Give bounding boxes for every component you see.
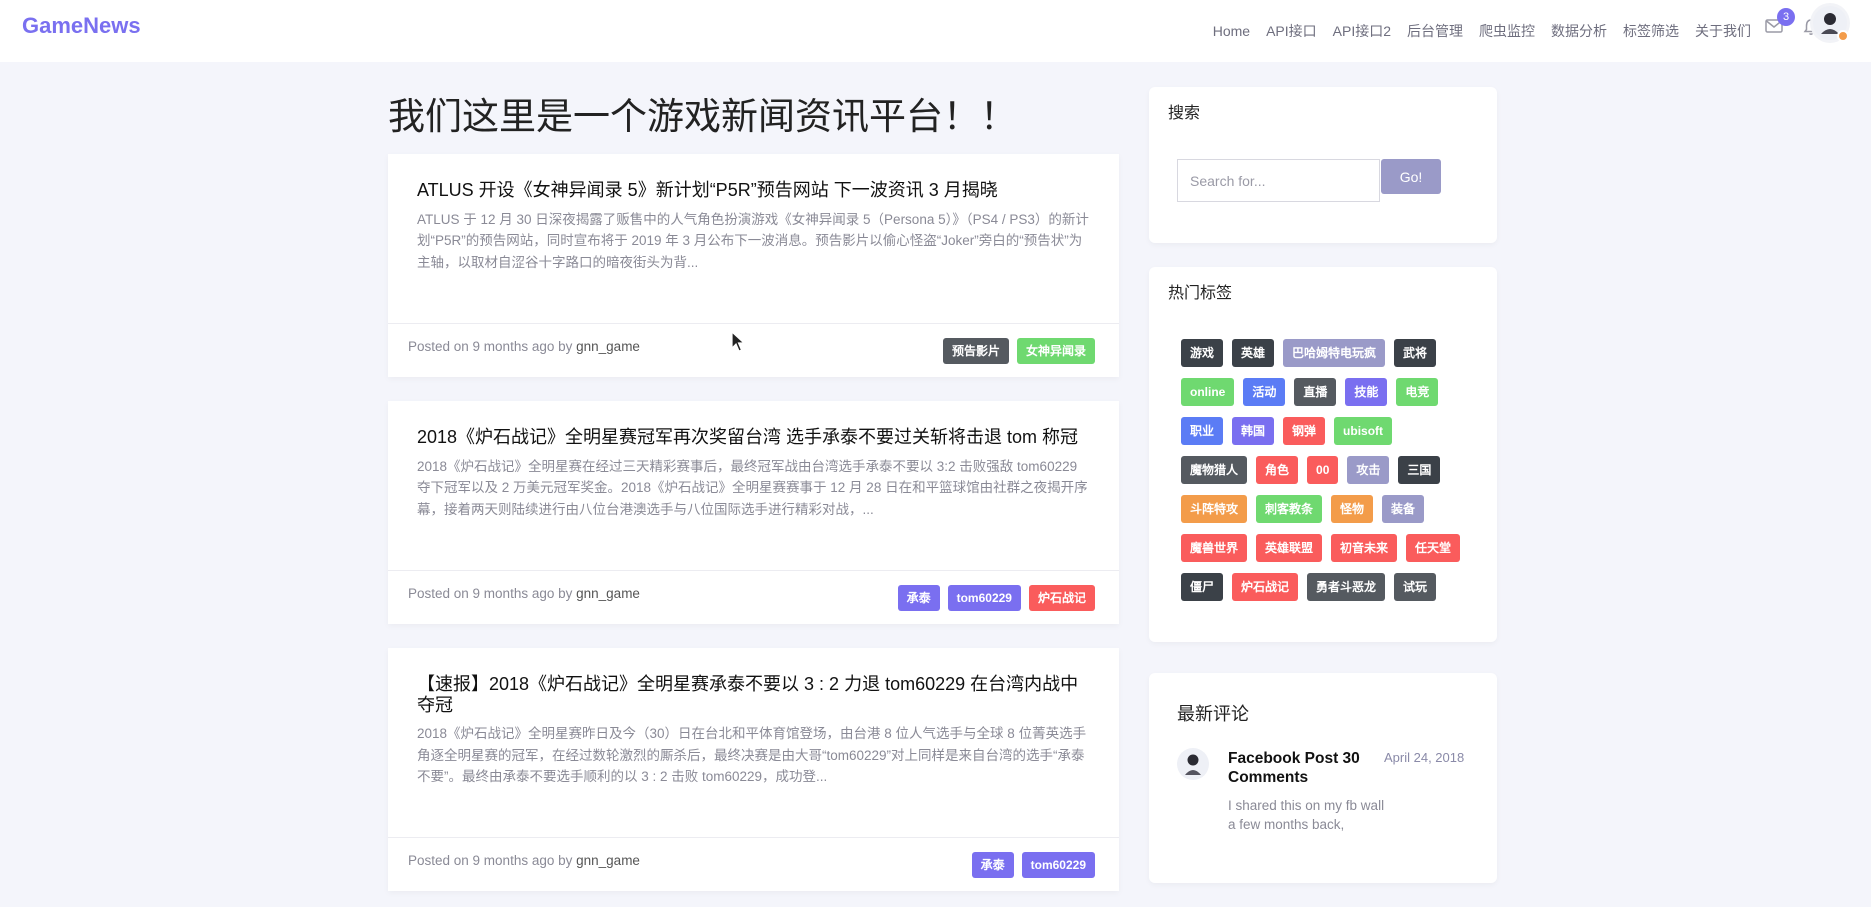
latest-comments-title: 最新评论 [1177,704,1249,724]
hot-tag[interactable]: 勇者斗恶龙 [1307,573,1386,601]
status-dot [1837,30,1849,42]
post-author-link[interactable]: gnn_game [576,339,640,354]
mail-count-badge: 3 [1777,8,1795,26]
tag-row: 魔兽世界 英雄联盟 初音未来 任天堂 [1181,534,1481,562]
latest-comments-card: 最新评论 Facebook Post 30 Comments April 24,… [1149,673,1497,883]
nav-crawler-monitor[interactable]: 爬虫监控 [1479,21,1535,41]
post-tag[interactable]: 炉石战记 [1028,585,1095,611]
post-footer: Posted on 9 months ago by gnn_game 承泰 to… [388,570,1119,624]
brand-logo[interactable]: GameNews [22,13,141,39]
hot-tag[interactable]: 钢弹 [1283,417,1326,445]
nav-api2[interactable]: API接口2 [1333,21,1391,41]
user-avatar[interactable] [1813,6,1849,42]
page-title: 我们这里是一个游戏新闻资讯平台！！ [388,96,1017,137]
hot-tag[interactable]: 魔物猎人 [1181,456,1248,484]
search-input[interactable] [1177,159,1380,202]
comment-date: April 24, 2018 [1384,750,1465,765]
comment-text: I shared this on my fb wall a few months… [1228,798,1385,832]
post-tag[interactable]: 女神异闻录 [1016,338,1095,364]
hot-tag[interactable]: 斗阵特攻 [1181,495,1248,523]
mouse-cursor-icon [731,331,745,352]
main-nav: Home API接口 API接口2 后台管理 爬虫监控 数据分析 标签筛选 关于… [1197,0,1751,62]
hot-tag[interactable]: 活动 [1243,378,1286,406]
post-footer: Posted on 9 months ago by gnn_game 承泰 to… [388,837,1119,891]
nav-about[interactable]: 关于我们 [1695,21,1751,41]
tag-row: 职业 韩国 钢弹 ubisoft [1181,417,1481,445]
hot-tag[interactable]: 攻击 [1347,456,1390,484]
post-tag[interactable]: 承泰 [971,852,1014,878]
post-meta: Posted on 9 months ago by gnn_game [408,339,640,354]
hot-tag[interactable]: 魔兽世界 [1181,534,1248,562]
comment-avatar [1177,748,1209,780]
hot-tag[interactable]: 电竞 [1396,378,1439,406]
search-card-title: 搜索 [1168,105,1201,122]
post-date: Posted on 9 months ago by [408,586,573,601]
post-tags: 预告影片 女神异闻录 [935,338,1095,364]
post-meta: Posted on 9 months ago by gnn_game [408,853,640,868]
tag-row: 斗阵特攻 刺客教条 怪物 装备 [1181,495,1481,523]
post-title[interactable]: 2018《炉石战记》全明星赛冠军再次奖留台湾 选手承泰不要过关斩将击退 tom … [417,427,1091,448]
nav-data-analysis[interactable]: 数据分析 [1551,21,1607,41]
tag-row: 僵尸 炉石战记 勇者斗恶龙 试玩 [1181,573,1481,601]
tag-cloud: 游戏 英雄 巴哈姆特电玩疯 武将 online 活动 直播 技能 电竞职业 韩国 钢弹 ubisoft… [1181,339,1481,612]
post-tags: 承泰 tom60229 [964,852,1095,878]
nav-admin[interactable]: 后台管理 [1407,21,1463,41]
hot-tag[interactable]: 英雄联盟 [1256,534,1323,562]
post-title[interactable]: ATLUS 开设《女神异闻录 5》新计划“P5R”预告网站 下一波资讯 3 月揭… [417,180,1091,201]
hot-tag[interactable]: 任天堂 [1406,534,1461,562]
hot-tag[interactable]: 试玩 [1394,573,1437,601]
hot-tag[interactable]: 怪物 [1331,495,1374,523]
hot-tag[interactable]: 韩国 [1232,417,1275,445]
post-card: 2018《炉石战记》全明星赛冠军再次奖留台湾 选手承泰不要过关斩将击退 tom … [388,401,1119,624]
hot-tag[interactable]: 00 [1307,456,1339,484]
post-date: Posted on 9 months ago by [408,339,573,354]
hot-tag[interactable]: ubisoft [1334,417,1393,445]
hot-tag[interactable]: 英雄 [1232,339,1275,367]
post-tag[interactable]: tom60229 [947,585,1021,611]
post-author-link[interactable]: gnn_game [576,586,640,601]
post-tag[interactable]: 预告影片 [942,338,1009,364]
nav-tag-filter[interactable]: 标签筛选 [1623,21,1679,41]
hot-tag[interactable]: 三国 [1398,456,1441,484]
hot-tags-card: 热门标签 游戏 英雄 巴哈姆特电玩疯 武将 online 活动 直播 技能 电竞职业 韩国 钢弹 ub… [1149,267,1497,642]
hot-tag[interactable]: 刺客教条 [1256,495,1323,523]
post-title[interactable]: 【速报】2018《炉石战记》全明星赛承泰不要以 3 : 2 力退 tom6022… [417,674,1091,715]
search-go-button[interactable]: Go! [1381,159,1441,194]
hot-tag[interactable]: 直播 [1294,378,1337,406]
tag-row: 游戏 英雄 巴哈姆特电玩疯 武将 [1181,339,1481,367]
post-excerpt: 2018《炉石战记》全明星赛在经过三天精彩赛事后，最终冠军战由台湾选手承泰不要以… [417,458,1088,517]
post-card: 【速报】2018《炉石战记》全明星赛承泰不要以 3 : 2 力退 tom6022… [388,648,1119,891]
post-card: ATLUS 开设《女神异闻录 5》新计划“P5R”预告网站 下一波资讯 3 月揭… [388,154,1119,377]
hot-tag[interactable]: 僵尸 [1181,573,1224,601]
hot-tag[interactable]: 装备 [1382,495,1425,523]
hot-tag[interactable]: 职业 [1181,417,1224,445]
search-card: 搜索 Go! [1149,87,1497,243]
post-excerpt: 2018《炉石战记》全明星赛昨日及今（30）日在台北和平体育馆登场，由台港 8 … [417,726,1087,785]
post-author-link[interactable]: gnn_game [576,853,640,868]
post-footer: Posted on 9 months ago by gnn_game 预告影片 … [388,323,1119,377]
hot-tags-title: 热门标签 [1168,285,1233,302]
hot-tag[interactable]: online [1181,378,1235,406]
nav-home[interactable]: Home [1213,23,1250,39]
post-meta: Posted on 9 months ago by gnn_game [408,586,640,601]
tag-row: online 活动 直播 技能 电竞 [1181,378,1481,406]
hot-tag[interactable]: 角色 [1256,456,1299,484]
mail-button[interactable]: 3 [1765,8,1795,38]
hot-tag[interactable]: 初音未来 [1331,534,1398,562]
hot-tag[interactable]: 炉石战记 [1232,573,1299,601]
post-date: Posted on 9 months ago by [408,853,573,868]
post-tag[interactable]: tom60229 [1021,852,1095,878]
comment-author-name[interactable]: Facebook Post 30 Comments [1228,749,1378,787]
hot-tag[interactable]: 游戏 [1181,339,1224,367]
hot-tag[interactable]: 巴哈姆特电玩疯 [1283,339,1386,367]
post-tags: 承泰 tom60229 炉石战记 [890,585,1095,611]
hot-tag[interactable]: 技能 [1345,378,1388,406]
nav-api[interactable]: API接口 [1266,21,1317,41]
post-excerpt: ATLUS 于 12 月 30 日深夜揭露了贩售中的人气角色扮演游戏《女神异闻录… [417,211,1089,270]
hot-tag[interactable]: 武将 [1394,339,1437,367]
post-tag[interactable]: 承泰 [897,585,940,611]
user-icon [1185,754,1201,775]
tag-row: 魔物猎人 角色 00 攻击 三国 [1181,456,1481,484]
top-navbar: GameNews Home API接口 API接口2 后台管理 爬虫监控 数据分… [0,0,1871,62]
